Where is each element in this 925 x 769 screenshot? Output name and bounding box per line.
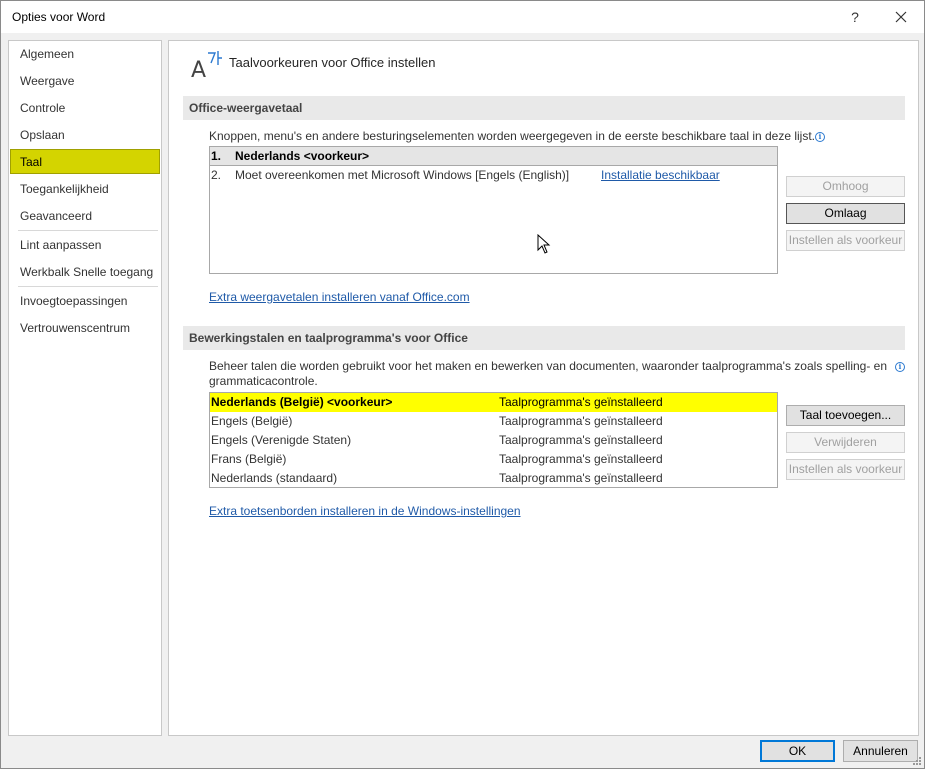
language-name: Nederlands (standaard) <box>211 471 338 485</box>
list-item-number: 1. <box>211 149 222 163</box>
nav-item-invoegtoepassingen[interactable]: Invoegtoepassingen <box>10 289 160 314</box>
install-keyboards-link[interactable]: Extra toetsenborden installeren in de Wi… <box>209 504 521 519</box>
title-bar: Opties voor Word ? <box>1 1 924 33</box>
svg-text:A: A <box>191 58 206 79</box>
nav-item-algemeen[interactable]: Algemeen <box>10 42 160 67</box>
display-language-section-header: Office-weergavetaal <box>183 96 905 120</box>
editing-language-description: Beheer talen die worden gebruikt voor he… <box>209 359 889 389</box>
language-settings-panel: A Taalvoorkeuren voor Office instellen O… <box>168 40 919 736</box>
list-item-number: 2. <box>211 168 222 182</box>
info-icon[interactable]: i <box>895 362 905 372</box>
install-available-link[interactable]: Installatie beschikbaar <box>601 166 720 185</box>
nav-item-weergave[interactable]: Weergave <box>10 69 160 94</box>
cancel-button[interactable]: Annuleren <box>843 740 918 762</box>
table-row[interactable]: Engels (Verenigde Staten) Taalprogramma'… <box>210 431 777 450</box>
proofing-status: Taalprogramma's geïnstalleerd <box>499 471 663 485</box>
nav-item-taal[interactable]: Taal <box>10 149 160 174</box>
page-title: Taalvoorkeuren voor Office instellen <box>229 55 436 70</box>
mouse-cursor-icon <box>537 234 551 254</box>
nav-item-werkbalk-snelle-toegang[interactable]: Werkbalk Snelle toegang <box>10 260 160 285</box>
editing-language-list[interactable]: Nederlands (België) <voorkeur> Taalprogr… <box>209 392 778 488</box>
proofing-status: Taalprogramma's geïnstalleerd <box>499 414 663 428</box>
editing-language-description-line1: Beheer talen die worden gebruikt voor he… <box>209 359 888 373</box>
set-preferred-display-button[interactable]: Instellen als voorkeur <box>786 230 905 251</box>
display-language-list[interactable]: 1. Nederlands <voorkeur> 2. Moet overeen… <box>209 146 778 274</box>
help-button[interactable]: ? <box>835 1 875 33</box>
nav-item-vertrouwenscentrum[interactable]: Vertrouwenscentrum <box>10 316 160 341</box>
move-up-button[interactable]: Omhoog <box>786 176 905 197</box>
display-language-description-text: Knoppen, menu's en andere besturingselem… <box>209 129 816 143</box>
language-icon: A <box>191 51 222 79</box>
install-display-languages-link[interactable]: Extra weergavetalen installeren vanaf Of… <box>209 290 470 305</box>
language-name: Nederlands (België) <voorkeur> <box>211 395 393 409</box>
table-row[interactable]: Frans (België) Taalprogramma's geïnstall… <box>210 450 777 469</box>
table-row[interactable]: Nederlands (België) <voorkeur> Taalprogr… <box>210 393 777 412</box>
nav-item-opslaan[interactable]: Opslaan <box>10 123 160 148</box>
nav-divider <box>18 230 158 231</box>
language-name: Engels (Verenigde Staten) <box>211 433 352 447</box>
nav-item-lint-aanpassen[interactable]: Lint aanpassen <box>10 233 160 258</box>
proofing-status: Taalprogramma's geïnstalleerd <box>499 452 663 466</box>
set-preferred-editing-button[interactable]: Instellen als voorkeur <box>786 459 905 480</box>
resize-grip-icon[interactable] <box>912 756 922 766</box>
nav-item-toegankelijkheid[interactable]: Toegankelijkheid <box>10 177 160 202</box>
list-item-label: Nederlands <voorkeur> <box>235 149 370 163</box>
list-item[interactable]: 2. Moet overeenkomen met Microsoft Windo… <box>210 166 777 185</box>
remove-language-button[interactable]: Verwijderen <box>786 432 905 453</box>
ok-button[interactable]: OK <box>760 740 835 762</box>
close-button[interactable] <box>881 1 921 33</box>
category-nav: Algemeen Weergave Controle Opslaan Taal … <box>8 40 162 736</box>
nav-divider <box>18 286 158 287</box>
language-name: Frans (België) <box>211 452 287 466</box>
list-item-label: Moet overeenkomen met Microsoft Windows … <box>235 168 570 182</box>
info-icon[interactable]: i <box>815 132 826 142</box>
list-item[interactable]: 1. Nederlands <voorkeur> <box>210 147 777 166</box>
window-title: Opties voor Word <box>12 10 106 24</box>
display-language-description: Knoppen, menu's en andere besturingselem… <box>209 129 826 144</box>
editing-language-section-header: Bewerkingstalen en taalprogramma's voor … <box>183 326 905 350</box>
add-language-button[interactable]: Taal toevoegen... <box>786 405 905 426</box>
options-dialog: Opties voor Word ? Algemeen Weergave Con… <box>0 0 925 769</box>
table-row[interactable]: Nederlands (standaard) Taalprogramma's g… <box>210 469 777 488</box>
proofing-status: Taalprogramma's geïnstalleerd <box>499 395 663 409</box>
move-down-button[interactable]: Omlaag <box>786 203 905 224</box>
nav-item-controle[interactable]: Controle <box>10 96 160 121</box>
table-row[interactable]: Engels (België) Taalprogramma's geïnstal… <box>210 412 777 431</box>
language-name: Engels (België) <box>211 414 293 428</box>
nav-item-geavanceerd[interactable]: Geavanceerd <box>10 204 160 229</box>
close-icon <box>895 11 907 23</box>
editing-language-description-line2: grammaticacontrole. <box>209 374 318 388</box>
proofing-status: Taalprogramma's geïnstalleerd <box>499 433 663 447</box>
